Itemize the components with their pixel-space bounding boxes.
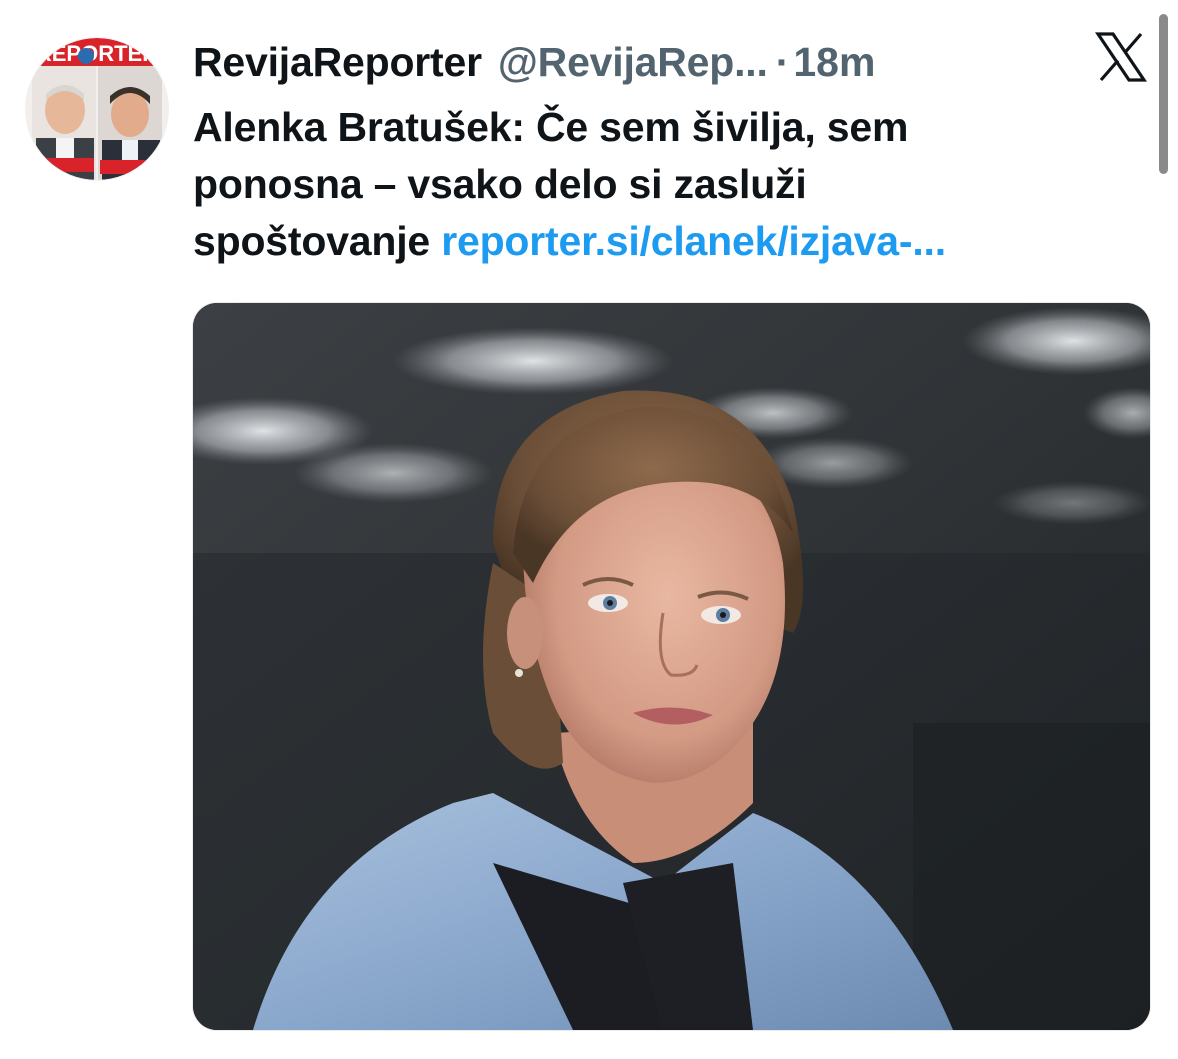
tweet-text-line-1: Alenka Bratušek: Če sem šivilja, sem	[193, 104, 909, 150]
tweet-text-line-3: spoštovanje reporter.si/clanek/izjava-..…	[193, 213, 1153, 270]
magazine-cover-avatar-icon: REPORTER	[26, 38, 168, 180]
tweet-text-line-3-prefix: spoštovanje	[193, 218, 442, 264]
x-logo-icon	[1094, 30, 1148, 84]
portrait-photo-icon	[193, 303, 1150, 1030]
avatar[interactable]: REPORTER	[26, 38, 168, 180]
author-display-name[interactable]: RevijaReporter	[193, 36, 482, 88]
tweet-card[interactable]: REPORTER RevijaReporter @RevijaRep... · …	[0, 0, 1178, 1059]
scrollbar[interactable]	[1159, 14, 1168, 174]
header-separator: ·	[775, 39, 790, 85]
author-handle[interactable]: @RevijaRep...	[498, 36, 768, 88]
avatar-logo-text: REPORTER	[36, 41, 158, 66]
tweet-text: Alenka Bratušek: Če sem šivilja, sem pon…	[193, 99, 1153, 270]
tweet-media-photo[interactable]	[193, 303, 1150, 1030]
article-link[interactable]: reporter.si/clanek/izjava-...	[441, 218, 946, 264]
tweet-header: RevijaReporter @RevijaRep... · 18m	[193, 36, 875, 88]
tweet-text-line-2: ponosna – vsako delo si zasluži	[193, 161, 807, 207]
tweet-timestamp[interactable]: 18m	[793, 36, 875, 88]
